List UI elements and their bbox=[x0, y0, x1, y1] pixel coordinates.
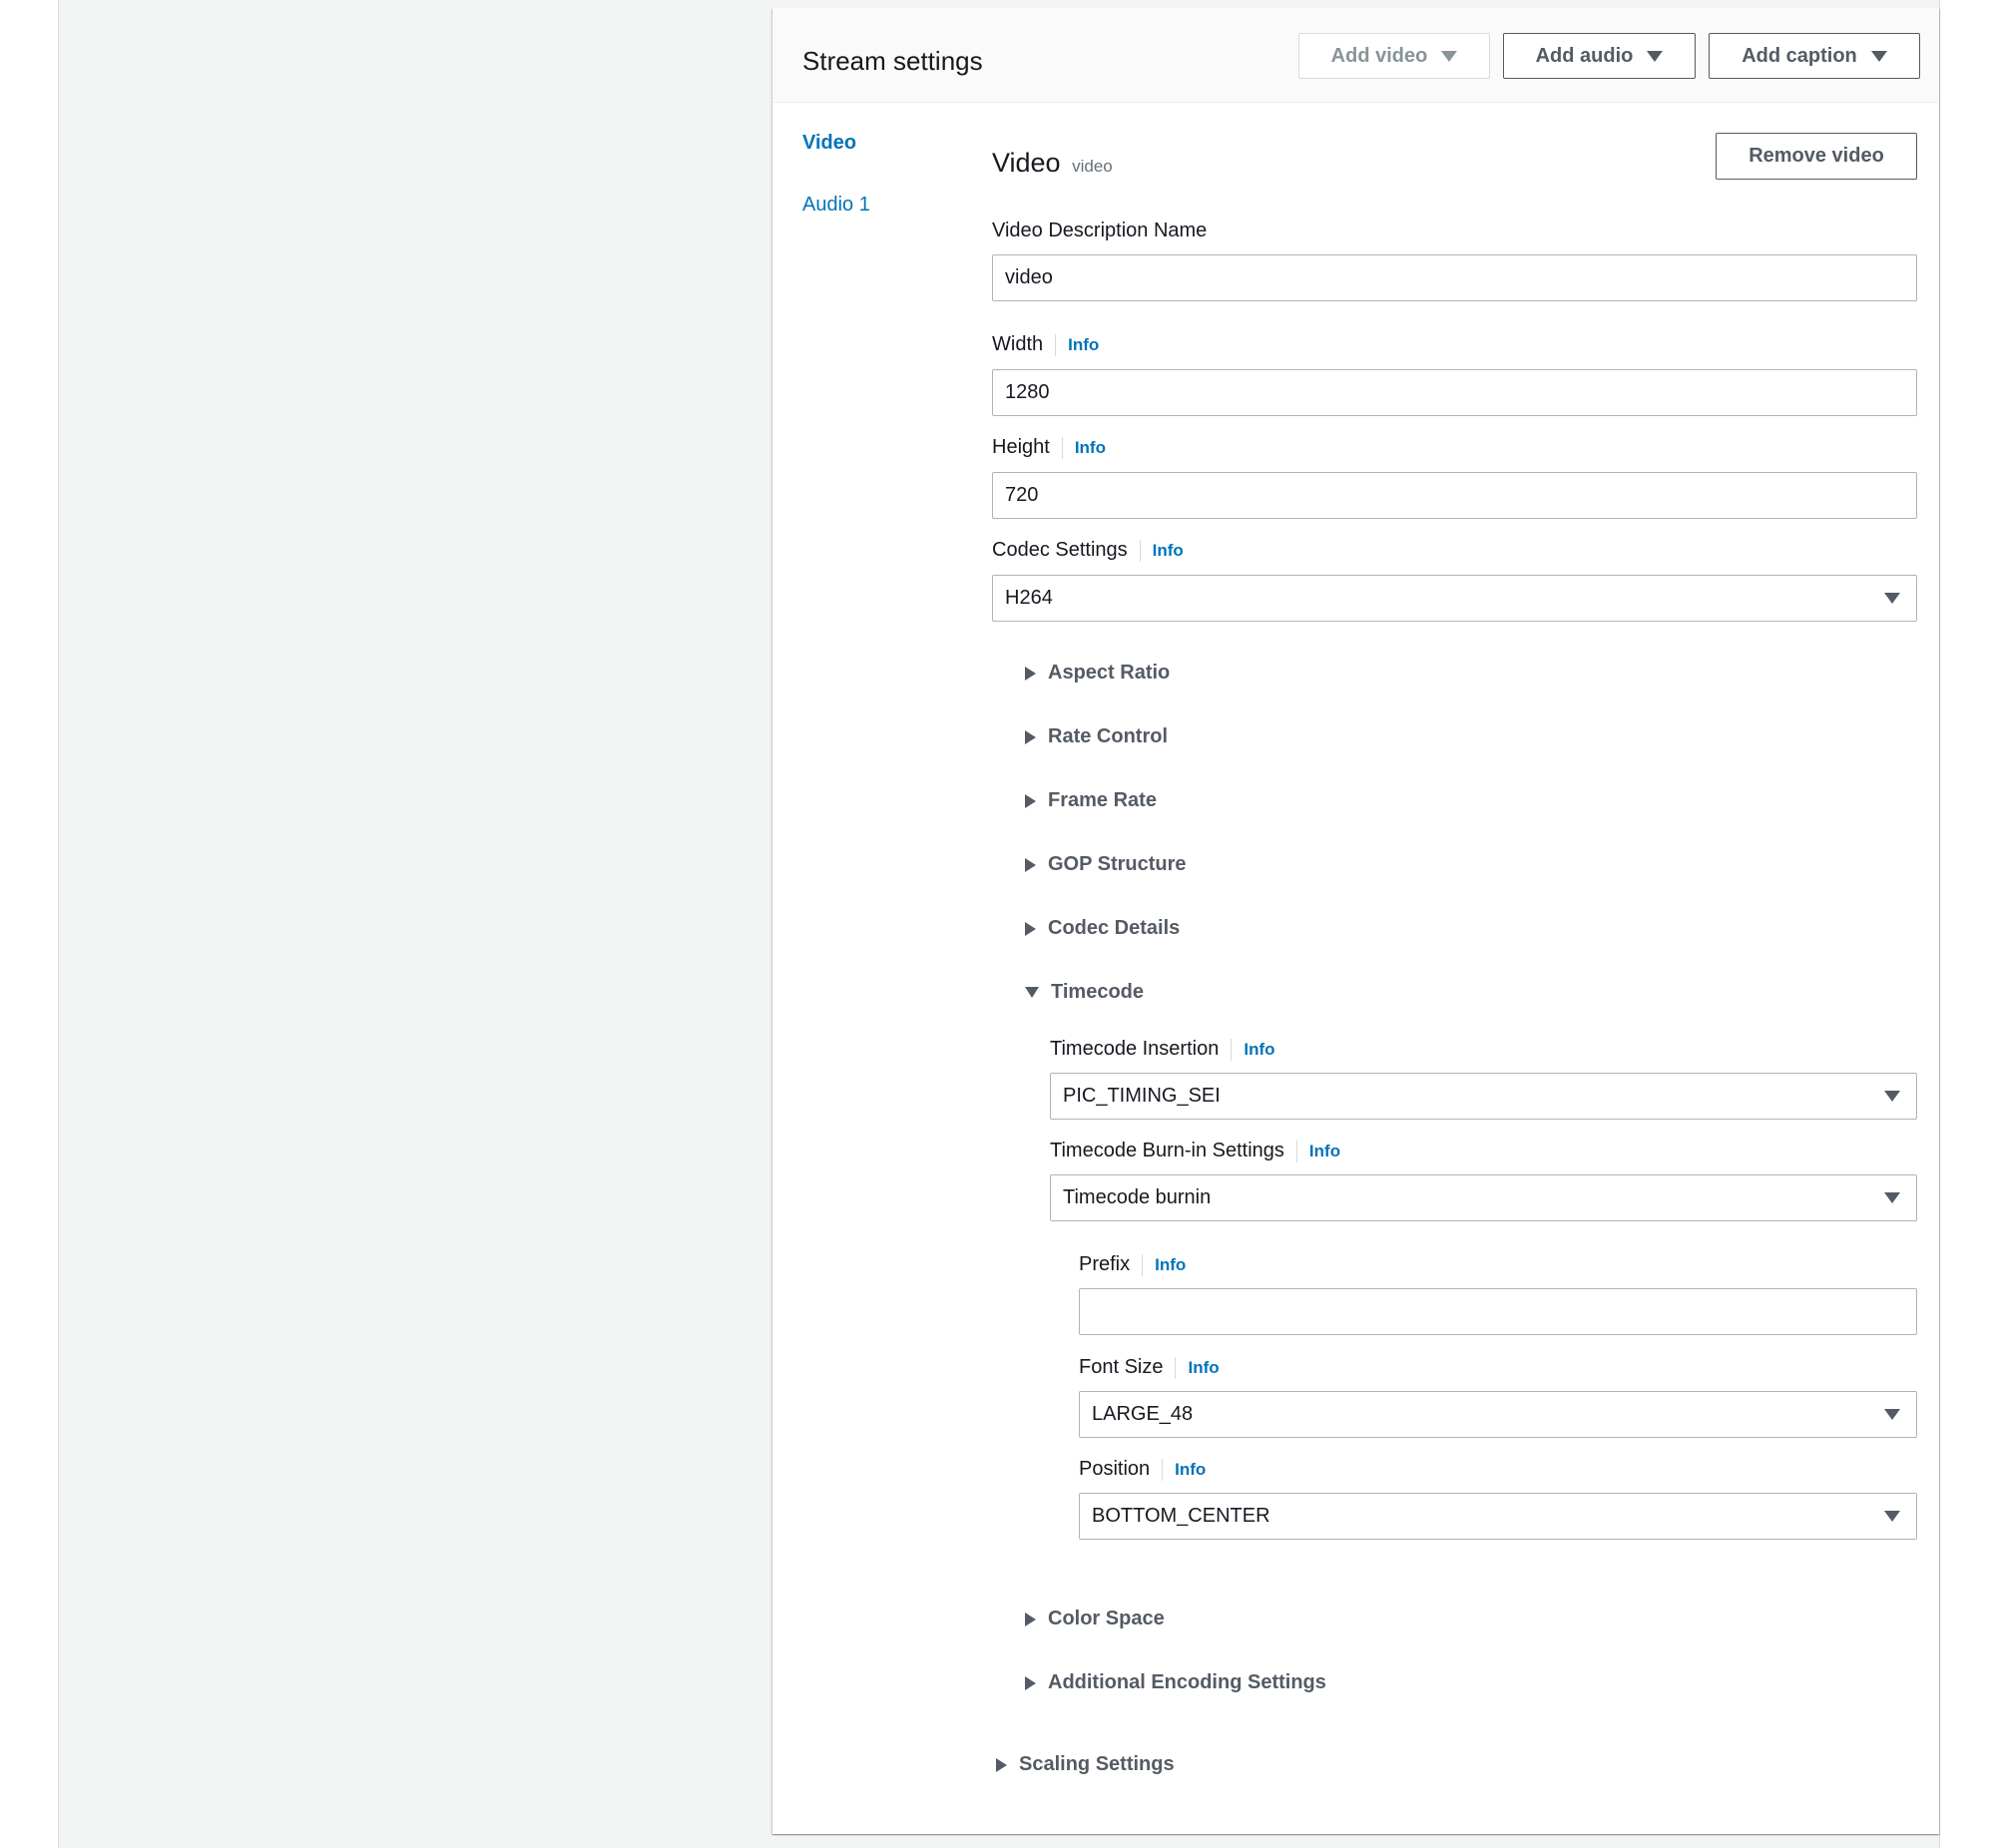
chevron-down-icon bbox=[1884, 593, 1900, 604]
label-text: Position bbox=[1079, 1458, 1151, 1480]
chevron-down-icon bbox=[1884, 1409, 1900, 1420]
label-text: Codec Settings bbox=[992, 539, 1128, 561]
input-value: 720 bbox=[1005, 484, 1039, 506]
video-description-name-label: Video Description Name bbox=[992, 220, 1207, 242]
width-label: Width Info bbox=[992, 333, 1099, 356]
rate-control-expander[interactable]: Rate Control bbox=[1025, 725, 1168, 748]
section-subtitle: video bbox=[1072, 157, 1113, 176]
codec-settings-select[interactable]: H264 bbox=[992, 575, 1917, 622]
caret-right-icon bbox=[1025, 857, 1036, 872]
expander-label: Frame Rate bbox=[1048, 789, 1157, 811]
label-text: Prefix bbox=[1079, 1253, 1131, 1275]
chevron-down-icon bbox=[1884, 1511, 1900, 1522]
codec-settings-label: Codec Settings Info bbox=[992, 539, 1184, 562]
caret-right-icon bbox=[1025, 1675, 1036, 1690]
stream-settings-panel: Stream settings Add video Add audio Add … bbox=[772, 8, 1939, 1834]
timecode-burnin-select[interactable]: Timecode burnin bbox=[1050, 1174, 1917, 1221]
label-text: Height bbox=[992, 436, 1050, 458]
section-title-text: Video bbox=[992, 148, 1061, 178]
chevron-down-icon bbox=[1884, 1192, 1900, 1203]
additional-encoding-settings-expander[interactable]: Additional Encoding Settings bbox=[1025, 1671, 1326, 1694]
expander-label: Color Space bbox=[1048, 1608, 1165, 1629]
expander-label: Codec Details bbox=[1048, 917, 1181, 939]
frame-rate-expander[interactable]: Frame Rate bbox=[1025, 789, 1157, 812]
position-select[interactable]: BOTTOM_CENTER bbox=[1079, 1493, 1917, 1540]
position-info-link[interactable]: Info bbox=[1162, 1458, 1206, 1481]
caret-right-icon bbox=[996, 1757, 1007, 1772]
panel-header: Stream settings Add video Add audio Add … bbox=[772, 8, 1939, 103]
label-text: Video Description Name bbox=[992, 220, 1208, 241]
chevron-down-icon bbox=[1441, 50, 1458, 62]
select-value: BOTTOM_CENTER bbox=[1092, 1505, 1270, 1527]
caret-right-icon bbox=[1025, 1612, 1036, 1626]
label-text: Timecode Insertion bbox=[1050, 1038, 1220, 1060]
section-title: Video video bbox=[992, 148, 1113, 179]
timecode-insertion-select[interactable]: PIC_TIMING_SEI bbox=[1050, 1073, 1917, 1120]
timecode-burnin-info-link[interactable]: Info bbox=[1295, 1140, 1340, 1162]
caret-down-icon bbox=[1025, 987, 1039, 998]
expander-label: Rate Control bbox=[1048, 725, 1168, 747]
label-text: Timecode Burn-in Settings bbox=[1050, 1140, 1284, 1161]
add-caption-button[interactable]: Add caption bbox=[1709, 33, 1920, 79]
expander-label: Additional Encoding Settings bbox=[1048, 1671, 1326, 1693]
expander-label: Scaling Settings bbox=[1019, 1753, 1175, 1775]
width-input[interactable]: 1280 bbox=[992, 369, 1917, 416]
height-input[interactable]: 720 bbox=[992, 472, 1917, 519]
page-background: Stream settings Add video Add audio Add … bbox=[58, 0, 1940, 1848]
expander-label: GOP Structure bbox=[1048, 853, 1187, 875]
label-text: Font Size bbox=[1079, 1356, 1164, 1378]
nav-item-audio-1[interactable]: Audio 1 bbox=[802, 194, 870, 217]
font-size-label: Font Size Info bbox=[1079, 1356, 1220, 1379]
codec-settings-info-link[interactable]: Info bbox=[1139, 539, 1184, 562]
add-audio-label: Add audio bbox=[1535, 44, 1634, 67]
select-value: PIC_TIMING_SEI bbox=[1063, 1085, 1221, 1107]
font-size-select[interactable]: LARGE_48 bbox=[1079, 1391, 1917, 1438]
height-label: Height Info bbox=[992, 436, 1106, 459]
expander-label: Timecode bbox=[1051, 981, 1144, 1003]
add-audio-button[interactable]: Add audio bbox=[1503, 33, 1696, 79]
position-label: Position Info bbox=[1079, 1458, 1206, 1481]
chevron-down-icon bbox=[1870, 50, 1887, 62]
chevron-down-icon bbox=[1647, 50, 1664, 62]
remove-video-button[interactable]: Remove video bbox=[1716, 133, 1917, 180]
caret-right-icon bbox=[1025, 921, 1036, 936]
caret-right-icon bbox=[1025, 793, 1036, 808]
aspect-ratio-expander[interactable]: Aspect Ratio bbox=[1025, 662, 1170, 685]
remove-video-label: Remove video bbox=[1748, 145, 1884, 167]
codec-details-expander[interactable]: Codec Details bbox=[1025, 917, 1180, 940]
add-video-button[interactable]: Add video bbox=[1298, 33, 1490, 79]
label-text: Width bbox=[992, 333, 1044, 355]
select-value: H264 bbox=[1005, 587, 1053, 609]
prefix-info-link[interactable]: Info bbox=[1142, 1253, 1186, 1276]
chevron-down-icon bbox=[1884, 1091, 1900, 1102]
caret-right-icon bbox=[1025, 729, 1036, 744]
prefix-label: Prefix Info bbox=[1079, 1253, 1186, 1276]
gop-structure-expander[interactable]: GOP Structure bbox=[1025, 853, 1187, 876]
input-value: video bbox=[1005, 266, 1053, 288]
timecode-insertion-info-link[interactable]: Info bbox=[1231, 1038, 1275, 1061]
input-value: 1280 bbox=[1005, 381, 1050, 403]
add-video-label: Add video bbox=[1330, 44, 1428, 67]
panel-title: Stream settings bbox=[802, 46, 983, 76]
color-space-expander[interactable]: Color Space bbox=[1025, 1608, 1165, 1630]
height-info-link[interactable]: Info bbox=[1061, 436, 1106, 459]
select-value: Timecode burnin bbox=[1063, 1186, 1212, 1208]
select-value: LARGE_48 bbox=[1092, 1403, 1194, 1425]
timecode-expander[interactable]: Timecode bbox=[1025, 981, 1144, 1004]
nav-item-video[interactable]: Video bbox=[802, 132, 856, 155]
prefix-input[interactable] bbox=[1079, 1288, 1917, 1335]
expander-label: Aspect Ratio bbox=[1048, 662, 1171, 684]
caret-right-icon bbox=[1025, 666, 1036, 681]
video-description-name-input[interactable]: video bbox=[992, 254, 1917, 301]
width-info-link[interactable]: Info bbox=[1055, 333, 1099, 356]
font-size-info-link[interactable]: Info bbox=[1175, 1356, 1220, 1379]
add-caption-label: Add caption bbox=[1742, 44, 1857, 67]
scaling-settings-expander[interactable]: Scaling Settings bbox=[996, 1753, 1175, 1776]
timecode-insertion-label: Timecode Insertion Info bbox=[1050, 1038, 1275, 1061]
timecode-burnin-label: Timecode Burn-in Settings Info bbox=[1050, 1140, 1340, 1162]
